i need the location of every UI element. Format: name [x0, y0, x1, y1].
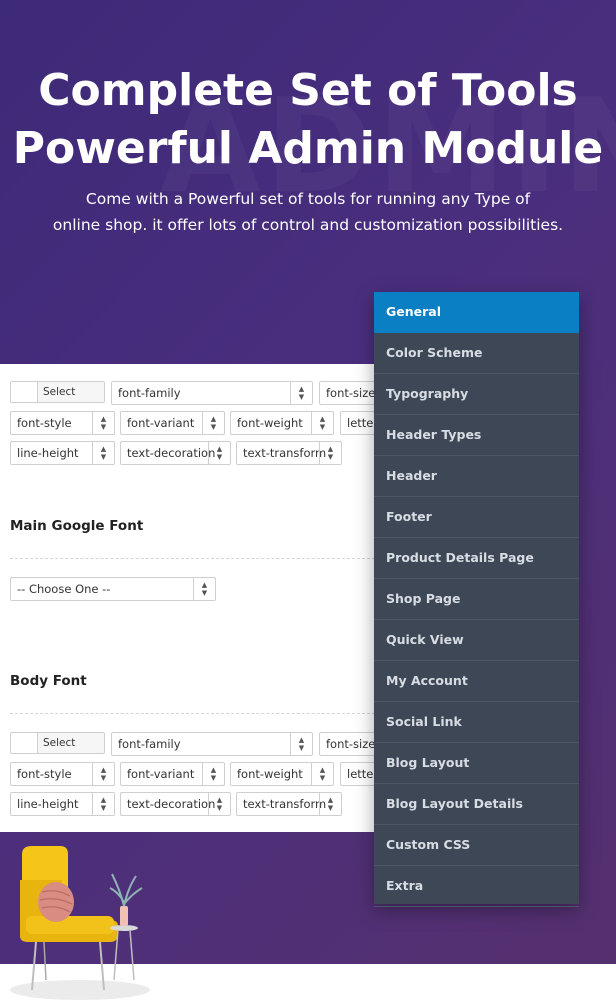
menu-item-my-account[interactable]: My Account: [374, 661, 579, 702]
select-arrows-icon: ▲ ▼: [202, 763, 224, 785]
body-font-family-select[interactable]: font-family ▲ ▼: [111, 732, 313, 756]
body-font-title: Body Font: [10, 673, 87, 689]
main-google-font-select[interactable]: -- Choose One -- ▲ ▼: [10, 577, 216, 601]
menu-item-quick-view[interactable]: Quick View: [374, 620, 579, 661]
font-weight-select[interactable]: font-weight ▲ ▼: [230, 411, 334, 435]
select-arrows-icon: ▲ ▼: [311, 763, 333, 785]
body-font-variant-select[interactable]: font-variant ▲ ▼: [120, 762, 225, 786]
select-arrows-icon: ▲ ▼: [92, 793, 114, 815]
menu-item-product-details-page[interactable]: Product Details Page: [374, 538, 579, 579]
text-transform-value: text-transform: [243, 446, 327, 460]
select-arrows-icon: ▲ ▼: [92, 442, 114, 464]
line-height-value: line-height: [17, 797, 79, 811]
menu-item-blog-layout-details[interactable]: Blog Layout Details: [374, 784, 579, 825]
color-swatch: [11, 382, 38, 402]
line-height-select[interactable]: line-height ▲ ▼: [10, 441, 115, 465]
subtitle-line-2: online shop. it offer lots of control an…: [52, 216, 564, 234]
font-style-value: font-style: [17, 416, 72, 430]
title-line-1: Complete Set of Tools: [38, 65, 578, 116]
menu-item-color-scheme[interactable]: Color Scheme: [374, 333, 579, 374]
select-arrows-icon: ▲ ▼: [319, 793, 341, 815]
menu-item-blog-layout[interactable]: Blog Layout: [374, 743, 579, 784]
page-title: Complete Set of Tools Powerful Admin Mod…: [0, 62, 616, 178]
menu-item-header-types[interactable]: Header Types: [374, 415, 579, 456]
page-subtitle: Come with a Powerful set of tools for ru…: [20, 186, 596, 238]
text-decoration-select[interactable]: text-decoration ▲ ▼: [120, 441, 231, 465]
font-weight-value: font-weight: [237, 416, 303, 430]
select-arrows-icon: ▲ ▼: [290, 382, 312, 404]
body-font-style-select[interactable]: font-style ▲ ▼: [10, 762, 115, 786]
font-variant-select[interactable]: font-variant ▲ ▼: [120, 411, 225, 435]
body-text-decoration-select[interactable]: text-decoration ▲ ▼: [120, 792, 231, 816]
menu-item-typography[interactable]: Typography: [374, 374, 579, 415]
subtitle-line-1: Come with a Powerful set of tools for ru…: [85, 190, 531, 208]
menu-item-footer[interactable]: Footer: [374, 497, 579, 538]
body-font-weight-select[interactable]: font-weight ▲ ▼: [230, 762, 334, 786]
section-divider: [10, 713, 380, 714]
select-arrows-icon: ▲ ▼: [92, 763, 114, 785]
font-size-select[interactable]: font-size: [319, 381, 380, 405]
select-color-label: Select Color: [43, 737, 76, 749]
text-transform-select[interactable]: text-transform ▲ ▼: [236, 441, 342, 465]
select-arrows-icon: ▲ ▼: [311, 412, 333, 434]
font-weight-value: font-weight: [237, 767, 303, 781]
text-transform-value: text-transform: [243, 797, 327, 811]
menu-item-custom-css[interactable]: Custom CSS: [374, 825, 579, 866]
font-family-value: font-family: [118, 737, 181, 751]
menu-item-social-link[interactable]: Social Link: [374, 702, 579, 743]
select-color-label: Select Color: [43, 386, 76, 398]
select-arrows-icon: ▲ ▼: [202, 412, 224, 434]
body-font-size-select[interactable]: font-size: [319, 732, 380, 756]
title-line-2: Powerful Admin Module: [12, 123, 604, 174]
select-arrows-icon: ▲ ▼: [208, 793, 230, 815]
main-google-font-value: -- Choose One --: [17, 582, 111, 596]
body-line-height-select[interactable]: line-height ▲ ▼: [10, 792, 115, 816]
select-color-button[interactable]: Select Color: [10, 381, 105, 403]
menu-item-extra[interactable]: Extra: [374, 866, 579, 907]
select-arrows-icon: ▲ ▼: [92, 412, 114, 434]
menu-item-general[interactable]: General: [374, 292, 579, 333]
body-select-color-button[interactable]: Select Color: [10, 732, 105, 754]
font-family-select[interactable]: font-family ▲ ▼: [111, 381, 313, 405]
menu-item-header[interactable]: Header: [374, 456, 579, 497]
settings-menu: General Color Scheme Typography Header T…: [374, 292, 579, 907]
font-style-select[interactable]: font-style ▲ ▼: [10, 411, 115, 435]
color-swatch: [11, 733, 38, 753]
select-arrows-icon: ▲ ▼: [319, 442, 341, 464]
font-variant-value: font-variant: [127, 767, 195, 781]
font-family-value: font-family: [118, 386, 181, 400]
text-decoration-value: text-decoration: [127, 797, 216, 811]
chair-illustration: [10, 846, 150, 1000]
body-text-transform-select[interactable]: text-transform ▲ ▼: [236, 792, 342, 816]
font-size-value: font-size: [326, 386, 376, 400]
section-divider: [10, 558, 380, 559]
admin-options-panel: Select Color font-family ▲▼ font-size fo…: [0, 364, 380, 832]
main-google-font-title: Main Google Font: [10, 518, 144, 534]
select-arrows-icon: ▲ ▼: [208, 442, 230, 464]
select-arrows-icon: ▲ ▼: [290, 733, 312, 755]
select-arrows-icon: ▲ ▼: [193, 578, 215, 600]
menu-item-shop-page[interactable]: Shop Page: [374, 579, 579, 620]
font-variant-value: font-variant: [127, 416, 195, 430]
font-style-value: font-style: [17, 767, 72, 781]
line-height-value: line-height: [17, 446, 79, 460]
text-decoration-value: text-decoration: [127, 446, 216, 460]
font-size-value: font-size: [326, 737, 376, 751]
